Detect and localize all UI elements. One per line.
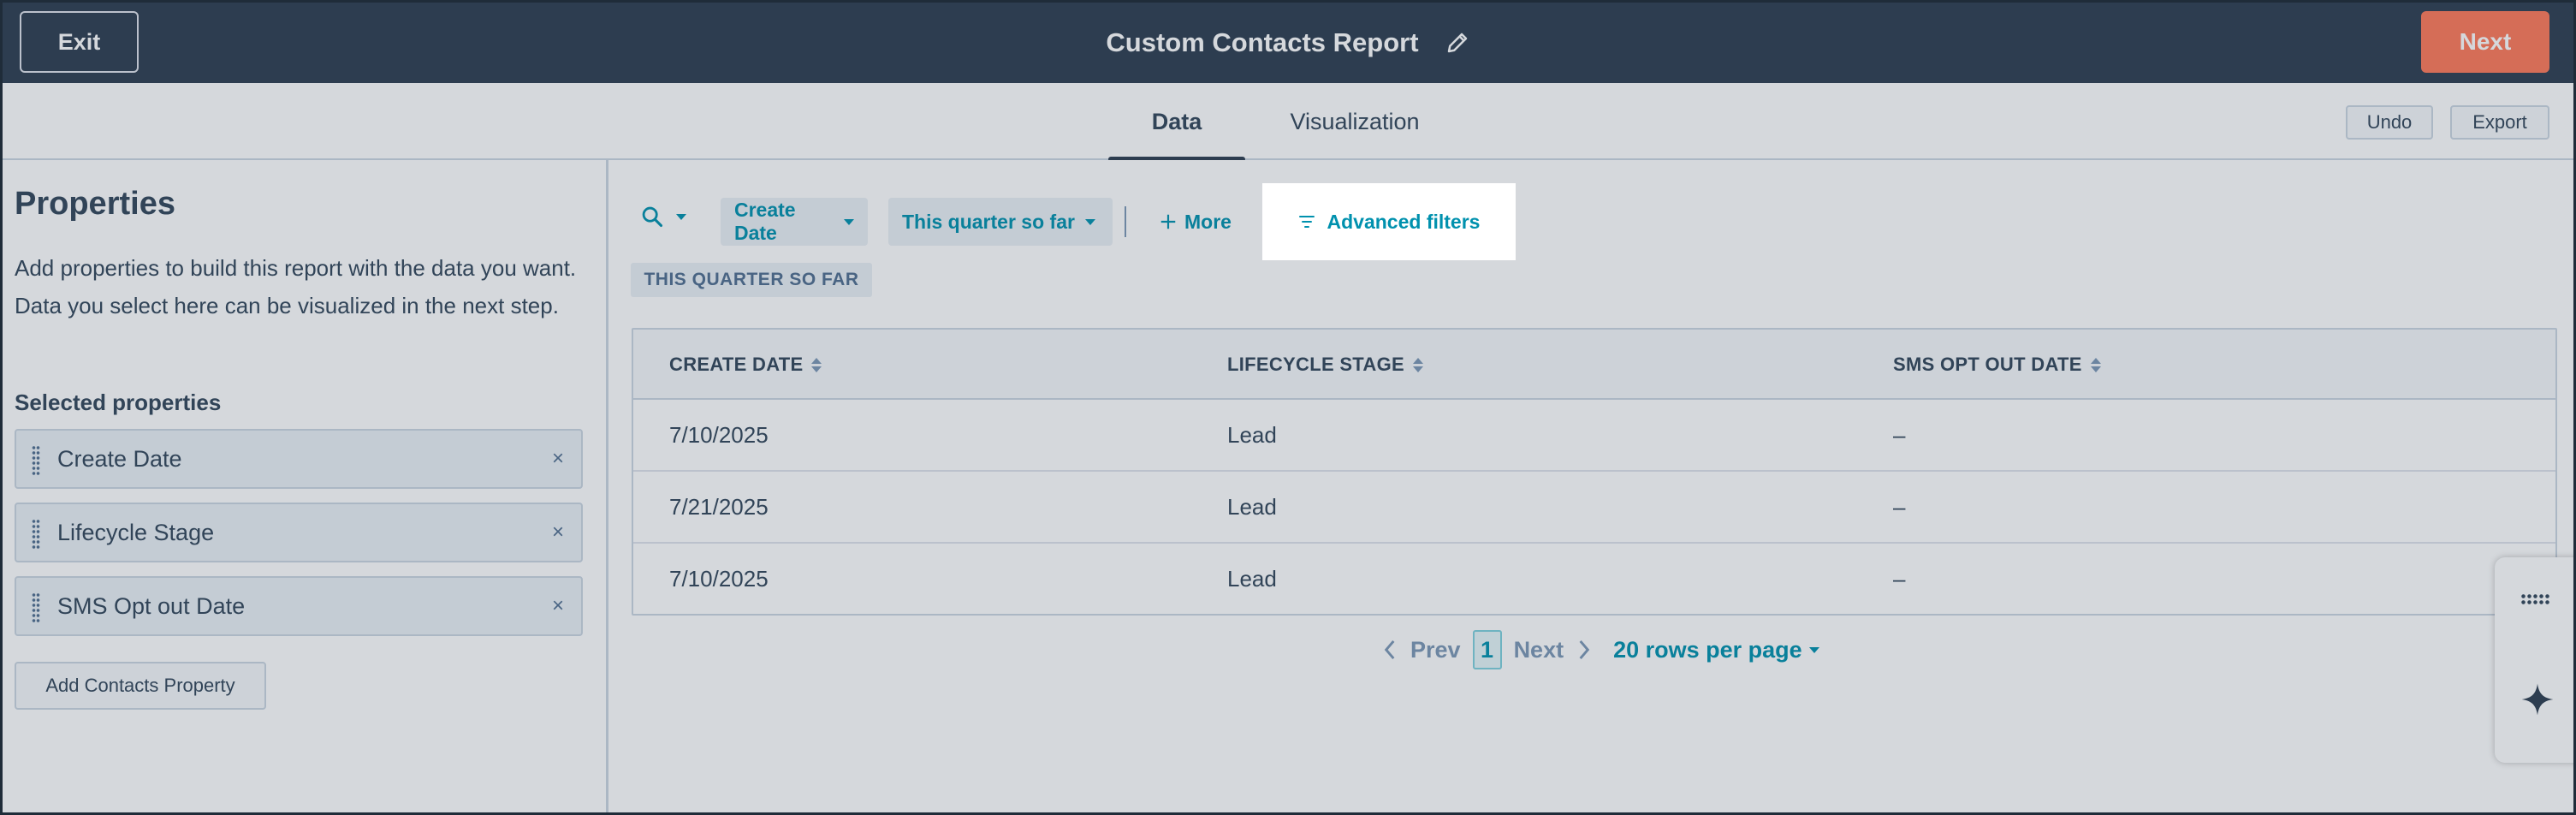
selected-property-item[interactable]: Lifecycle Stage × bbox=[15, 503, 583, 562]
selected-property-item[interactable]: Create Date × bbox=[15, 429, 583, 489]
table-row: 7/21/2025 Lead – bbox=[633, 472, 2555, 544]
filter-label: Create Date bbox=[734, 199, 796, 244]
caret-down-icon bbox=[844, 218, 854, 225]
table-cell: 7/21/2025 bbox=[669, 493, 769, 520]
close-icon[interactable]: × bbox=[552, 504, 564, 561]
panel-title: Properties bbox=[15, 186, 175, 222]
grid-icon[interactable] bbox=[2520, 593, 2551, 605]
property-label: Lifecycle Stage bbox=[57, 519, 215, 545]
column-header-sms-opt-out-date[interactable]: SMS OPT OUT DATE bbox=[1893, 330, 2101, 400]
drag-handle-icon[interactable] bbox=[32, 445, 40, 476]
filter-icon bbox=[1298, 216, 1315, 228]
tab-visualization[interactable]: Visualization bbox=[1269, 83, 1440, 160]
table-cell: 7/10/2025 bbox=[669, 421, 769, 448]
advanced-filters-label: Advanced filters bbox=[1327, 210, 1481, 233]
close-icon[interactable]: × bbox=[552, 431, 564, 487]
tabs-bar: Data Visualization Undo Export bbox=[3, 83, 2573, 162]
table-cell: – bbox=[1893, 421, 1906, 448]
more-label: More bbox=[1184, 210, 1232, 233]
panel-description: Add properties to build this report with… bbox=[15, 255, 577, 318]
sort-icon[interactable] bbox=[2090, 357, 2101, 372]
table-cell: Lead bbox=[1227, 565, 1277, 592]
drag-handle-icon[interactable] bbox=[32, 592, 40, 623]
divider bbox=[1125, 206, 1126, 237]
search-dropdown[interactable] bbox=[640, 199, 686, 234]
undo-button[interactable]: Undo bbox=[2346, 105, 2433, 140]
report-title: Custom Contacts Report bbox=[1106, 27, 1419, 57]
active-filter-tag: THIS QUARTER SO FAR bbox=[631, 263, 872, 297]
table-row: 7/10/2025 Lead – bbox=[633, 400, 2555, 472]
report-data-table: CREATE DATE LIFECYCLE STAGE SMS OPT OUT … bbox=[632, 328, 2557, 616]
export-button[interactable]: Export bbox=[2450, 105, 2549, 140]
rows-per-page-dropdown[interactable]: 20 rows per page bbox=[1613, 637, 1819, 663]
drag-handle-icon[interactable] bbox=[32, 519, 40, 550]
pencil-icon[interactable] bbox=[1445, 30, 1470, 56]
sparkle-icon[interactable] bbox=[2520, 682, 2555, 717]
table-cell: Lead bbox=[1227, 493, 1277, 520]
column-header-label: LIFECYCLE STAGE bbox=[1227, 354, 1404, 375]
sort-icon[interactable] bbox=[811, 357, 822, 372]
help-dock bbox=[2495, 557, 2573, 763]
pagination: Prev 1 Next 20 rows per page bbox=[1381, 629, 1819, 670]
property-label: Create Date bbox=[57, 445, 182, 472]
caret-down-icon bbox=[1808, 646, 1819, 653]
chevron-right-icon[interactable] bbox=[1576, 639, 1593, 661]
current-page[interactable]: 1 bbox=[1472, 630, 1502, 669]
more-filters-button[interactable]: More bbox=[1159, 198, 1232, 246]
advanced-filters-button[interactable]: Advanced filters bbox=[1262, 183, 1516, 260]
selected-property-item[interactable]: SMS Opt out Date × bbox=[15, 576, 583, 636]
column-header-label: CREATE DATE bbox=[669, 354, 804, 375]
main-content: Create Date This quarter so far More THI… bbox=[611, 160, 2573, 812]
create-date-filter[interactable]: Create Date bbox=[721, 198, 868, 246]
report-builder-window: Exit Custom Contacts Report Next Data Vi… bbox=[0, 0, 2576, 815]
table-header: CREATE DATE LIFECYCLE STAGE SMS OPT OUT … bbox=[633, 330, 2555, 400]
tab-data[interactable]: Data bbox=[1108, 83, 1245, 162]
sort-icon[interactable] bbox=[1413, 357, 1423, 372]
table-cell: – bbox=[1893, 493, 1906, 520]
column-header-lifecycle-stage[interactable]: LIFECYCLE STAGE bbox=[1227, 330, 1423, 400]
top-bar: Exit Custom Contacts Report Next bbox=[3, 3, 2573, 83]
prev-page-button[interactable]: Prev bbox=[1410, 637, 1461, 663]
rows-per-page-label: 20 rows per page bbox=[1613, 636, 1802, 663]
properties-panel: Properties Add properties to build this … bbox=[3, 160, 608, 812]
date-range-filter[interactable]: This quarter so far bbox=[888, 198, 1113, 246]
table-cell: 7/10/2025 bbox=[669, 565, 769, 592]
selected-properties-heading: Selected properties bbox=[15, 390, 222, 415]
plus-icon bbox=[1160, 214, 1176, 229]
table-row: 7/10/2025 Lead – bbox=[633, 544, 2555, 616]
table-cell: Lead bbox=[1227, 421, 1277, 448]
add-contacts-property-button[interactable]: Add Contacts Property bbox=[15, 662, 266, 710]
filter-label: This quarter so far bbox=[902, 210, 1075, 233]
table-cell: – bbox=[1893, 565, 1906, 592]
column-header-create-date[interactable]: CREATE DATE bbox=[669, 330, 822, 400]
close-icon[interactable]: × bbox=[552, 578, 564, 634]
title-area: Custom Contacts Report bbox=[3, 3, 2573, 83]
caret-down-icon bbox=[1084, 218, 1095, 225]
property-label: SMS Opt out Date bbox=[57, 592, 246, 619]
next-page-button[interactable]: Next bbox=[1514, 637, 1564, 663]
chevron-left-icon[interactable] bbox=[1381, 639, 1398, 661]
column-header-label: SMS OPT OUT DATE bbox=[1893, 354, 2082, 375]
filter-bar: Create Date This quarter so far More bbox=[611, 160, 2573, 263]
next-button[interactable]: Next bbox=[2421, 11, 2549, 73]
caret-down-icon bbox=[676, 213, 686, 220]
search-icon bbox=[642, 206, 663, 228]
